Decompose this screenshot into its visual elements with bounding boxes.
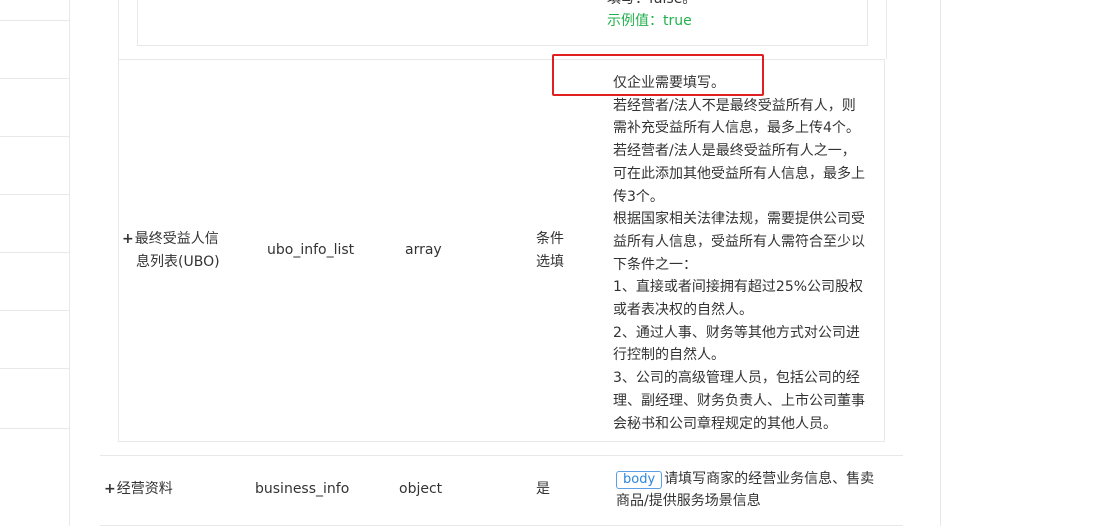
previous-nested-row [137,0,868,46]
ubo-description: 仅企业需要填写。 若经营者/法人不是最终受益所有人，则 需补充受益所有人信息，最… [613,72,868,435]
desc-line: 理、副经理、财务负责人、上市公司董事 [613,392,865,409]
desc-line: 益所有人信息，受益所有人需符合至少以 [613,233,865,250]
ubo-type: array [405,242,442,258]
business-field-name: business_info [255,481,350,497]
business-name: 经营资料 [116,481,173,497]
ubo-required: 条件 选填 [536,228,564,274]
desc-line: 行控制的自然人。 [613,347,725,364]
ubo-name-line2: 息列表(UBO) [136,254,220,270]
body-badge: body [616,471,663,489]
previous-row-description: 填写：false。 示例值：true [607,0,696,32]
desc-line: 或者表决权的自然人。 [613,302,753,319]
desc-line: 需补充受益所有人信息，最多上传4个。 [613,120,860,137]
ubo-required-line2: 选填 [536,254,564,270]
desc-line: 若经营者/法人是最终受益所有人之一， [613,143,856,160]
sidebar-divider [0,310,69,311]
business-required: 是 [536,481,550,497]
business-name-cell[interactable]: +经营资料 [104,478,173,501]
business-type: object [399,481,443,497]
sidebar-divider [0,252,69,253]
business-description: body 请填写商家的经营业务信息、售卖 商品/提供服务场景信息 [616,468,886,512]
left-sidebar [0,0,70,526]
expand-plus-icon[interactable]: + [104,481,116,497]
desc-line: 1、直接或者间接拥有超过25%公司股权 [613,279,864,296]
ubo-required-line1: 条件 [536,231,564,247]
ubo-field-name: ubo_info_list [267,242,355,258]
business-desc-line1: 请填写商家的经营业务信息、售卖 [664,471,875,487]
sidebar-divider [0,78,69,79]
desc-line: 若经营者/法人不是最终受益所有人，则 [613,97,856,114]
business-desc-line2: 商品/提供服务场景信息 [616,493,761,509]
desc-line: 2、通过人事、财务等其他方式对公司进 [613,324,860,341]
desc-line: 下条件之一： [613,256,697,273]
row-divider [100,455,903,456]
expand-plus-icon[interactable]: + [122,231,134,247]
ubo-name-cell[interactable]: +最终受益人信 息列表(UBO) [122,228,232,274]
sidebar-divider [0,136,69,137]
desc-line: 可在此添加其他受益所有人信息，最多上 [613,165,865,182]
sidebar-divider [0,194,69,195]
content-right-border [940,0,941,526]
desc-line: 根据国家相关法律法规，需要提供公司受 [613,211,865,228]
sidebar-divider [0,20,69,21]
desc-line: 传3个。 [613,188,664,205]
desc-line: 会秘书和公司章程规定的其他人员。 [613,415,837,432]
sidebar-divider [0,428,69,429]
previous-row-text: 填写：false。 [607,0,696,10]
ubo-name-line1: 最终受益人信 [134,231,219,247]
sidebar-divider [0,368,69,369]
red-highlight-box [552,54,764,96]
desc-line: 3、公司的高级管理人员，包括公司的经 [613,370,860,387]
example-value-text: 示例值：true [607,13,692,29]
